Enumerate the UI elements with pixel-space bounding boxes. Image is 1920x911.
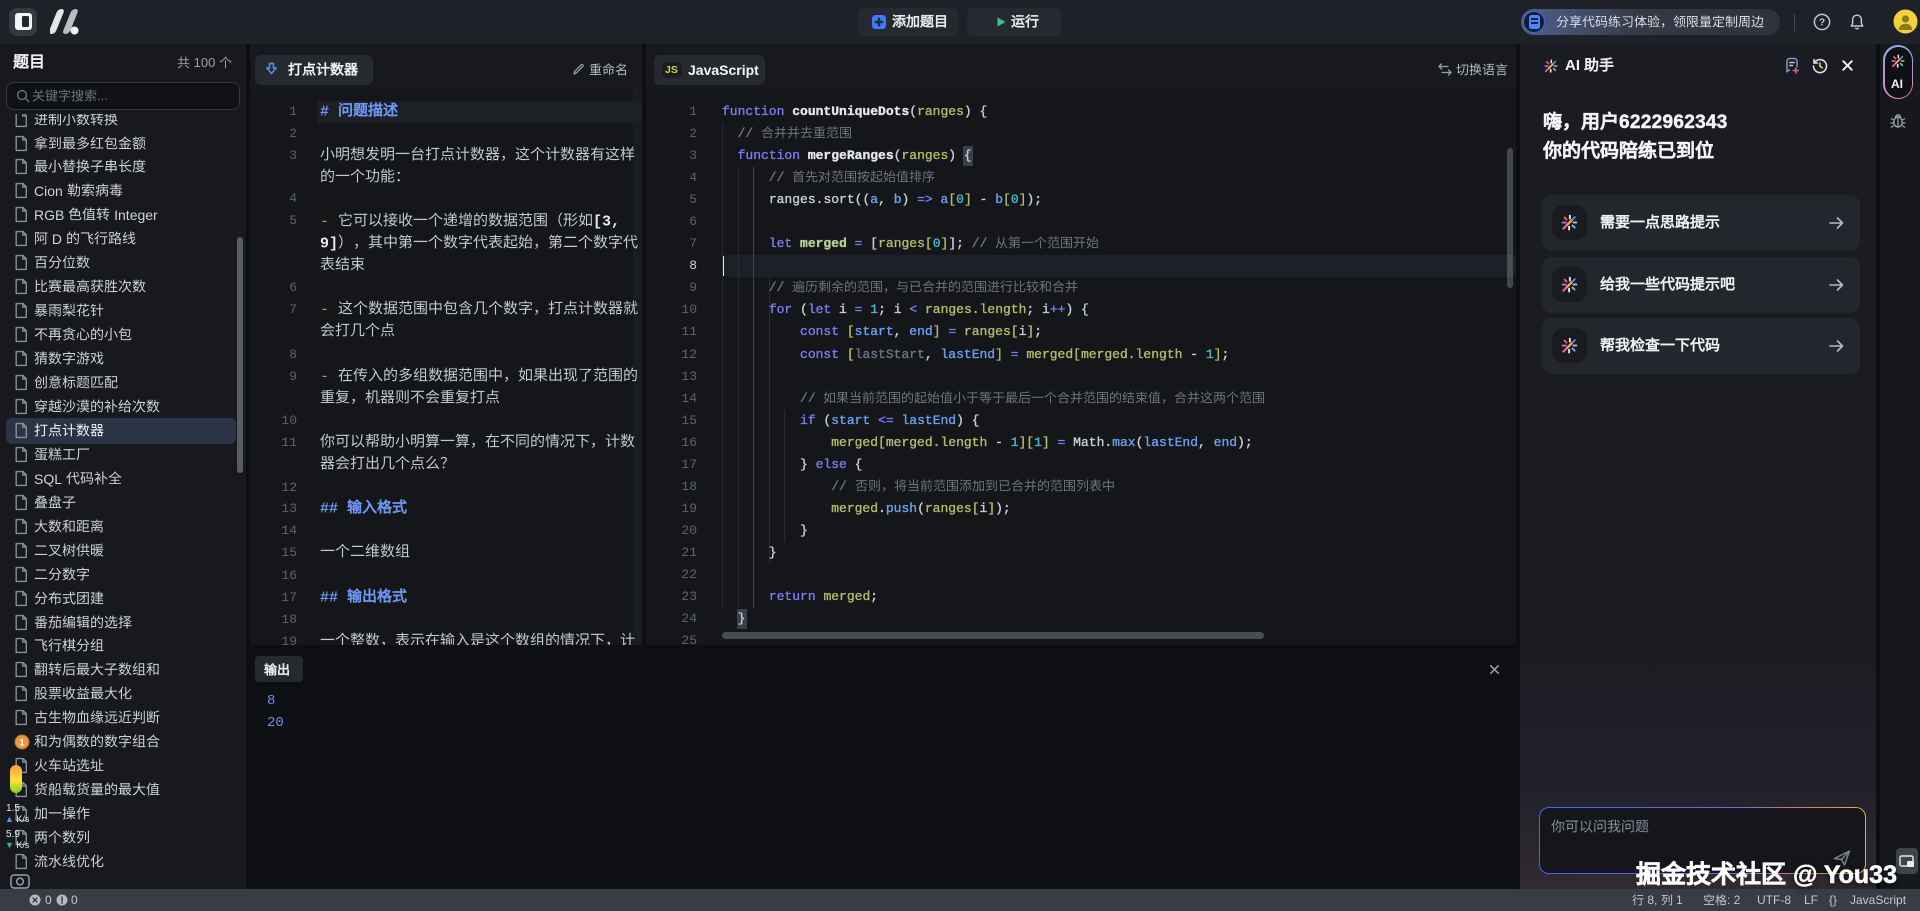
svg-text:?: ? xyxy=(1819,18,1825,29)
svg-text:1: 1 xyxy=(19,738,25,749)
